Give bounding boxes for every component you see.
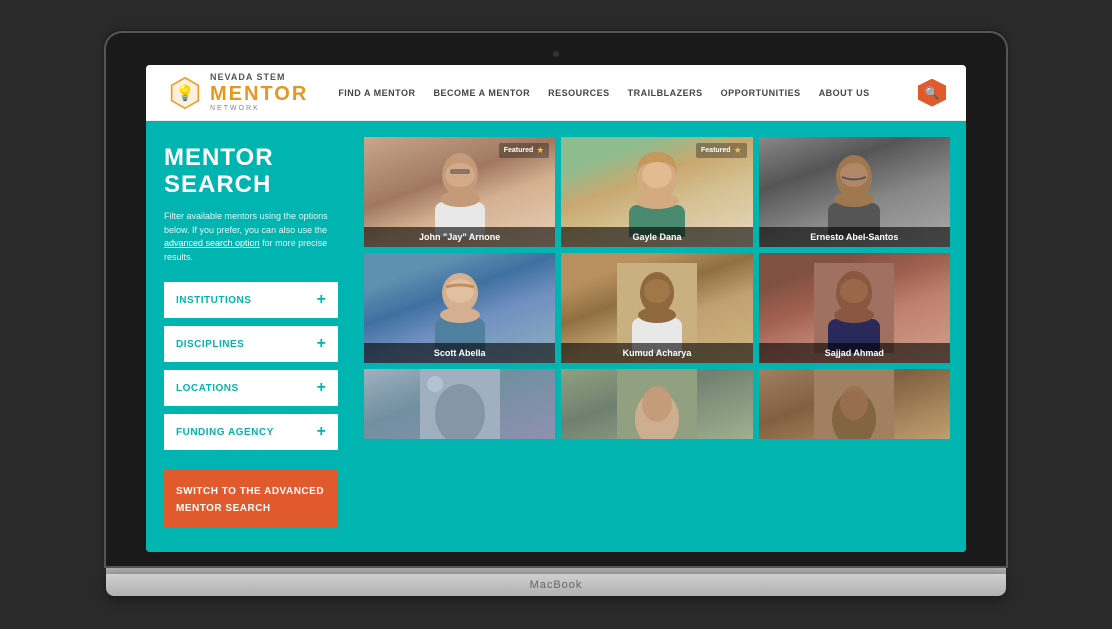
- mentor-name-bar-sajjad: Sajjad Ahmad: [759, 343, 950, 363]
- mentor-name-bar-ernesto: Ernesto Abel-Santos: [759, 227, 950, 247]
- featured-text-jay: Featured: [504, 147, 534, 154]
- advanced-search-label: SWITCH TO THE ADVANCED MENTOR SEARCH: [176, 486, 324, 514]
- mentor-card-scott[interactable]: Scott Abella: [364, 253, 555, 363]
- mentor-card-gayle-dana[interactable]: Featured ★ Gayle Dana: [561, 137, 752, 247]
- mentor-name-gayle: Gayle Dana: [569, 232, 744, 242]
- disciplines-expand-icon: +: [317, 336, 326, 352]
- nav-resources[interactable]: RESOURCES: [548, 88, 610, 98]
- mentor-card-ernesto[interactable]: Ernesto Abel-Santos: [759, 137, 950, 247]
- mentor-name-bar-gayle: Gayle Dana: [561, 227, 752, 247]
- laptop-camera: [553, 51, 559, 57]
- site-main: MENTOR SEARCH Filter available mentors u…: [146, 121, 966, 552]
- disciplines-label: DISCIPLINES: [176, 339, 244, 350]
- mentor-card-partial-3[interactable]: [759, 369, 950, 439]
- laptop-base: MacBook: [106, 574, 1006, 596]
- locations-expand-icon: +: [317, 380, 326, 396]
- logo-text: NEVADA STEM MENTOR NETWORK: [210, 73, 308, 113]
- mentor-photo-partial2: [561, 369, 752, 439]
- logo-main-text: MENTOR: [210, 83, 308, 105]
- nav-find-mentor[interactable]: FIND A MENTOR: [338, 88, 415, 98]
- mentor-card-partial-1[interactable]: [364, 369, 555, 439]
- logo-bottom-text: NETWORK: [210, 105, 308, 113]
- mentor-grid: Featured ★ John "Jay" Arnone: [356, 129, 958, 447]
- sidebar-title: MENTOR SEARCH: [164, 145, 338, 198]
- nav-about-us[interactable]: ABOUT US: [819, 88, 870, 98]
- sidebar-description: Filter available mentors using the optio…: [164, 210, 338, 264]
- mentor-name-bar-scott: Scott Abella: [364, 343, 555, 363]
- nav-trailblazers[interactable]: TRAILBLAZERS: [628, 88, 703, 98]
- featured-badge-gayle: Featured ★: [696, 143, 747, 158]
- logo-icon: 💡: [166, 74, 204, 112]
- funding-agency-expand-icon: +: [317, 424, 326, 440]
- mentor-name-ernesto: Ernesto Abel-Santos: [767, 232, 942, 242]
- funding-agency-label: FUNDING AGENCY: [176, 427, 274, 438]
- mentor-photo-partial1: [364, 369, 555, 439]
- search-sidebar: MENTOR SEARCH Filter available mentors u…: [146, 121, 356, 552]
- mentor-card-sajjad[interactable]: Sajjad Ahmad: [759, 253, 950, 363]
- nav-become-mentor[interactable]: BECOME A MENTOR: [433, 88, 530, 98]
- advanced-search-button[interactable]: SWITCH TO THE ADVANCED MENTOR SEARCH: [164, 470, 338, 528]
- mentor-name-bar-kumud: Kumud Acharya: [561, 343, 752, 363]
- mentor-photo-partial3: [759, 369, 950, 439]
- featured-badge-jay: Featured ★: [499, 143, 550, 158]
- disciplines-filter[interactable]: DISCIPLINES +: [164, 326, 338, 362]
- featured-star-gayle: ★: [734, 145, 742, 156]
- mentor-name-kumud: Kumud Acharya: [569, 348, 744, 358]
- mentor-name-scott: Scott Abella: [372, 348, 547, 358]
- nav-opportunities[interactable]: OPPORTUNITIES: [721, 88, 801, 98]
- svg-text:💡: 💡: [176, 83, 195, 101]
- funding-agency-filter[interactable]: FUNDING AGENCY +: [164, 414, 338, 450]
- header-search-button[interactable]: 🔍: [918, 79, 946, 107]
- mentor-card-partial-2[interactable]: [561, 369, 752, 439]
- institutions-filter[interactable]: INSTITUTIONS +: [164, 282, 338, 318]
- site-header: 💡 NEVADA STEM MENTOR NETWORK FIND A MENT…: [146, 65, 966, 122]
- institutions-expand-icon: +: [317, 292, 326, 308]
- featured-text-gayle: Featured: [701, 147, 731, 154]
- laptop-brand-label: MacBook: [530, 579, 583, 591]
- featured-star-jay: ★: [536, 145, 544, 156]
- institutions-label: INSTITUTIONS: [176, 295, 251, 306]
- search-icon: 🔍: [925, 86, 940, 100]
- site-nav: FIND A MENTOR BECOME A MENTOR RESOURCES …: [338, 79, 946, 107]
- laptop-notch: [106, 566, 1006, 574]
- locations-label: LOCATIONS: [176, 383, 239, 394]
- locations-filter[interactable]: LOCATIONS +: [164, 370, 338, 406]
- mentor-name-bar-jay: John "Jay" Arnone: [364, 227, 555, 247]
- site-logo: 💡 NEVADA STEM MENTOR NETWORK: [166, 73, 308, 113]
- mentor-card-jay-arnone[interactable]: Featured ★ John "Jay" Arnone: [364, 137, 555, 247]
- mentor-grid-area: Featured ★ John "Jay" Arnone: [356, 121, 966, 552]
- laptop-screen: 💡 NEVADA STEM MENTOR NETWORK FIND A MENT…: [146, 65, 966, 552]
- laptop-bezel: 💡 NEVADA STEM MENTOR NETWORK FIND A MENT…: [106, 33, 1006, 566]
- mentor-card-kumud[interactable]: Kumud Acharya: [561, 253, 752, 363]
- advanced-search-link[interactable]: advanced search option: [164, 238, 260, 248]
- mentor-name-jay: John "Jay" Arnone: [372, 232, 547, 242]
- laptop-container: 💡 NEVADA STEM MENTOR NETWORK FIND A MENT…: [106, 33, 1006, 596]
- description-text-1: Filter available mentors using the optio…: [164, 211, 328, 235]
- logo-top-text: NEVADA STEM: [210, 73, 308, 83]
- mentor-name-sajjad: Sajjad Ahmad: [767, 348, 942, 358]
